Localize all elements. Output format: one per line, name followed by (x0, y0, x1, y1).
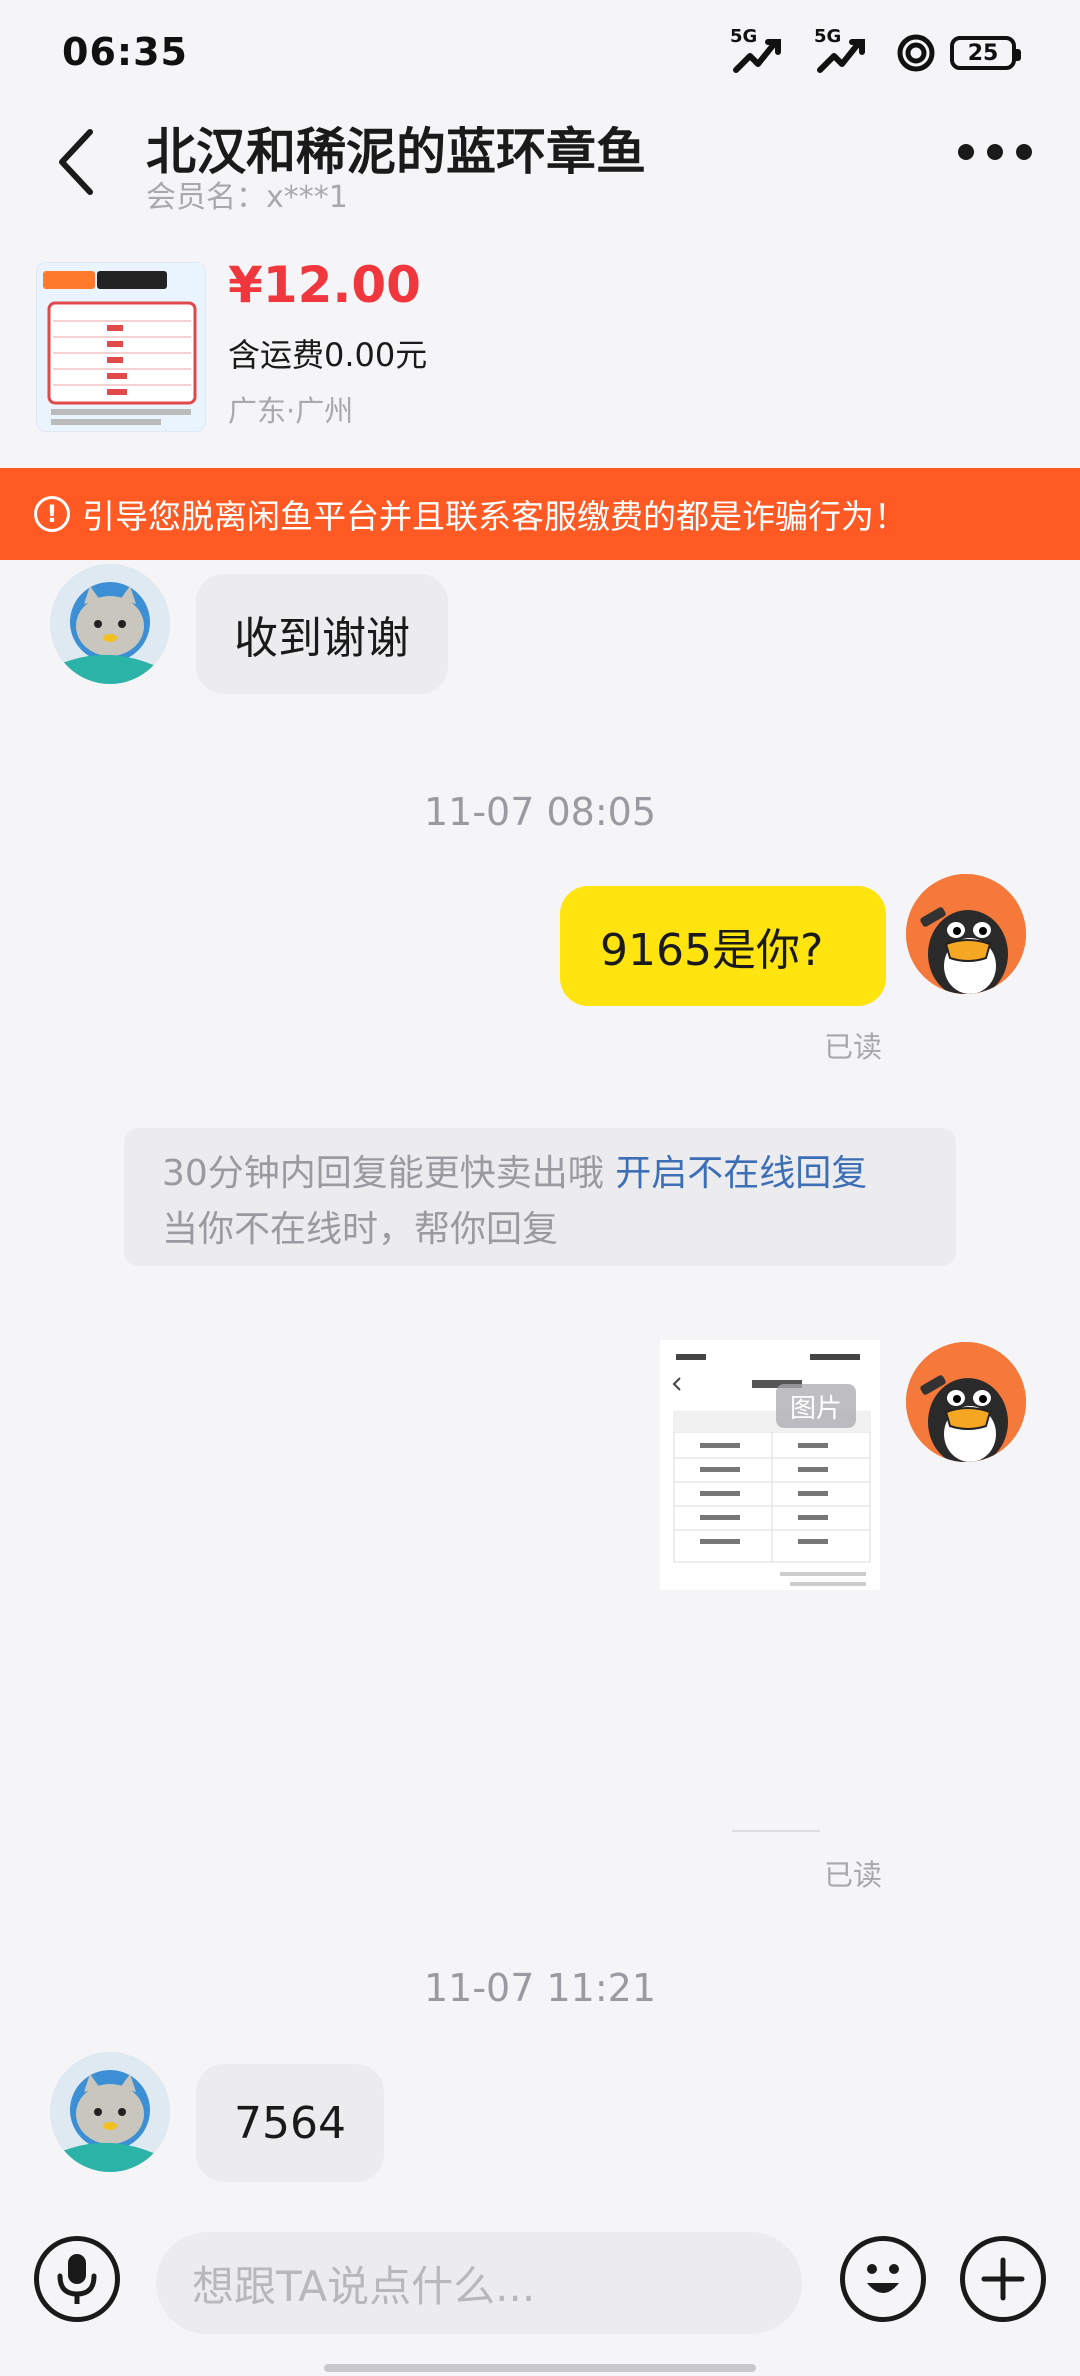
image-message[interactable] (660, 1340, 880, 1590)
fraud-warning-banner: ! 引导您脱离闲鱼平台并且联系客服缴费的都是诈骗行为！ (0, 468, 1080, 560)
battery-icon: 25 (950, 36, 1021, 70)
message-bubble-in[interactable]: 收到谢谢 (196, 574, 448, 694)
contact-avatar[interactable] (50, 564, 170, 684)
signal-label: 5G (814, 26, 842, 47)
hotspot-icon (897, 34, 935, 72)
message-bubble-out[interactable]: 9165是你? (560, 886, 886, 1006)
message-text: 9165是你? (600, 925, 824, 976)
home-indicator[interactable] (324, 2364, 756, 2372)
product-thumbnail[interactable] (36, 262, 206, 432)
status-icons: 5G 5G 25 (728, 26, 1021, 80)
microphone-icon (57, 2254, 97, 2304)
product-price: ¥12.00 (228, 256, 421, 314)
enable-auto-reply-link[interactable]: 开启不在线回复 (615, 1153, 867, 1194)
signal-label: 5G (730, 26, 758, 47)
product-location: 广东·广州 (228, 394, 354, 428)
time-separator: 11-07 08:05 (423, 790, 656, 834)
my-avatar[interactable] (906, 874, 1026, 994)
system-notice: 30分钟内回复能更快卖出哦 开启不在线回复 当你不在线时，帮你回复 (124, 1128, 956, 1266)
read-receipt: 已读 (824, 1030, 883, 1064)
read-receipt: 已读 (824, 1858, 883, 1892)
notice-line-1: 30分钟内回复能更快卖出哦 开启不在线回复 (162, 1146, 956, 1202)
time-separator: 11-07 11:21 (423, 1966, 656, 2010)
status-time: 06:35 (62, 30, 188, 74)
notice-line-2: 当你不在线时，帮你回复 (162, 1209, 559, 1250)
back-arrow-icon[interactable] (48, 122, 108, 202)
smiley-icon (867, 2264, 899, 2293)
message-bubble-in[interactable]: 7564 (196, 2064, 384, 2182)
message-input[interactable]: 想跟TA说点什么... (156, 2232, 802, 2334)
more-menu-icon[interactable] (958, 140, 1032, 164)
warning-text: 引导您脱离闲鱼平台并且联系客服缴费的都是诈骗行为！ (82, 497, 907, 536)
my-avatar[interactable] (906, 1342, 1026, 1462)
add-attachment-button[interactable] (960, 2236, 1046, 2322)
exclamation-icon: ! (34, 496, 70, 532)
contact-avatar[interactable] (50, 2052, 170, 2172)
message-text: 7564 (234, 2097, 346, 2149)
emoji-button[interactable] (840, 2236, 926, 2322)
member-name: 会员名：x***1 (146, 180, 348, 215)
signal-icon: 5G (812, 26, 882, 80)
image-tag: 图片 (776, 1384, 856, 1428)
voice-input-button[interactable] (34, 2236, 120, 2322)
battery-level: 25 (967, 40, 999, 66)
notice-text: 30分钟内回复能更快卖出哦 (162, 1153, 616, 1194)
plus-icon (981, 2257, 1025, 2301)
shipping-fee: 含运费0.00元 (228, 336, 428, 374)
signal-icon: 5G (728, 26, 798, 80)
message-text: 收到谢谢 (234, 613, 410, 664)
divider (732, 1830, 820, 1832)
